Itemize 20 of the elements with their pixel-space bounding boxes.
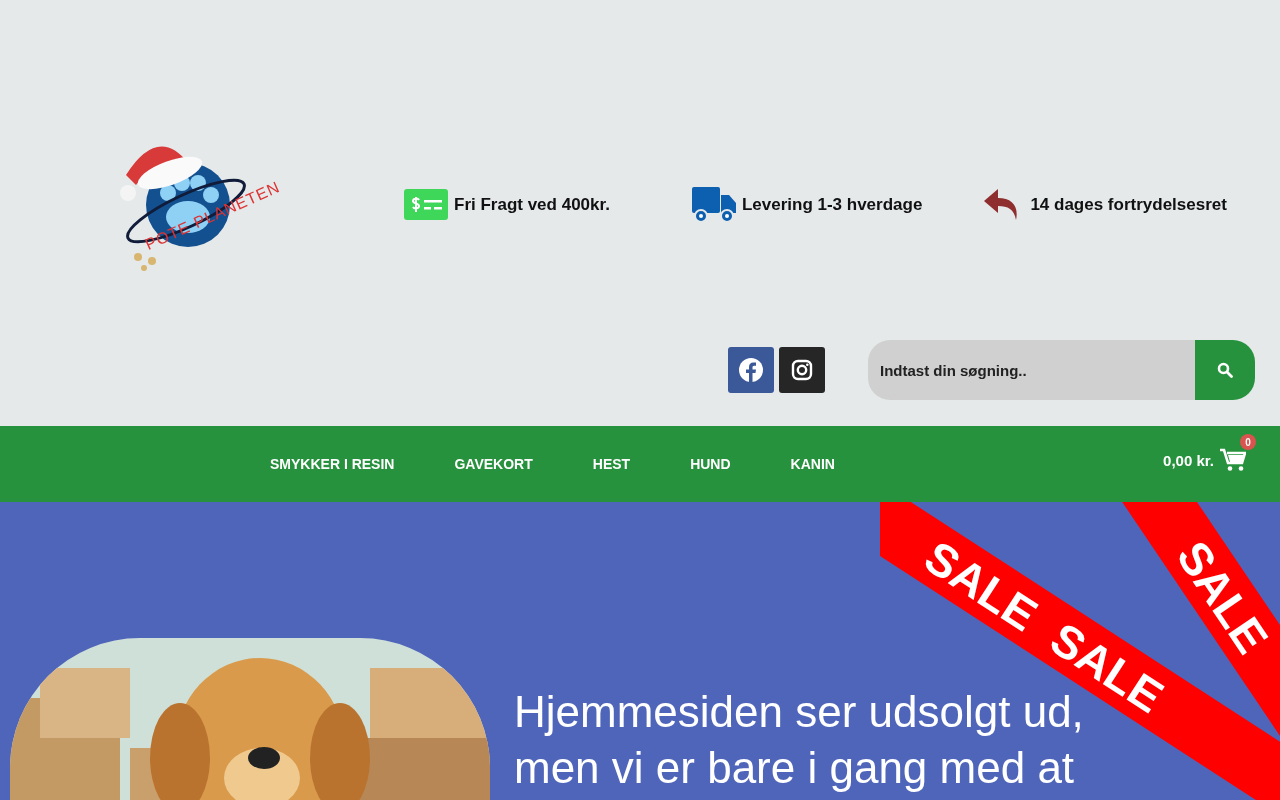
nav-link[interactable]: GAVEKORT: [454, 456, 533, 472]
instagram-button[interactable]: [779, 347, 825, 393]
search-field[interactable]: Indtast din søgning..: [868, 340, 1195, 400]
feature-text: Levering 1-3 hverdage: [741, 194, 923, 215]
facebook-button[interactable]: [728, 347, 774, 393]
nav-link[interactable]: KANIN: [790, 456, 835, 472]
search-button[interactable]: [1195, 340, 1255, 400]
search-icon: [1217, 362, 1233, 378]
cart-icon[interactable]: [1220, 448, 1246, 472]
instagram-icon: [791, 359, 813, 381]
truck-icon: [691, 186, 736, 223]
facebook-icon: [739, 358, 763, 382]
money-icon: [404, 189, 448, 220]
cart-total[interactable]: 0,00 kr.: [1163, 451, 1214, 469]
feature-text: 14 dages fortrydelsesret: [1030, 194, 1227, 215]
nav-link[interactable]: HUND: [690, 456, 731, 472]
nav-link[interactable]: SMYKKER I RESIN: [270, 456, 395, 472]
nav-link[interactable]: HEST: [592, 456, 631, 472]
feature-text: Fri Fragt ved 400kr.: [454, 194, 610, 215]
cart-count-badge: 0: [1240, 434, 1256, 450]
